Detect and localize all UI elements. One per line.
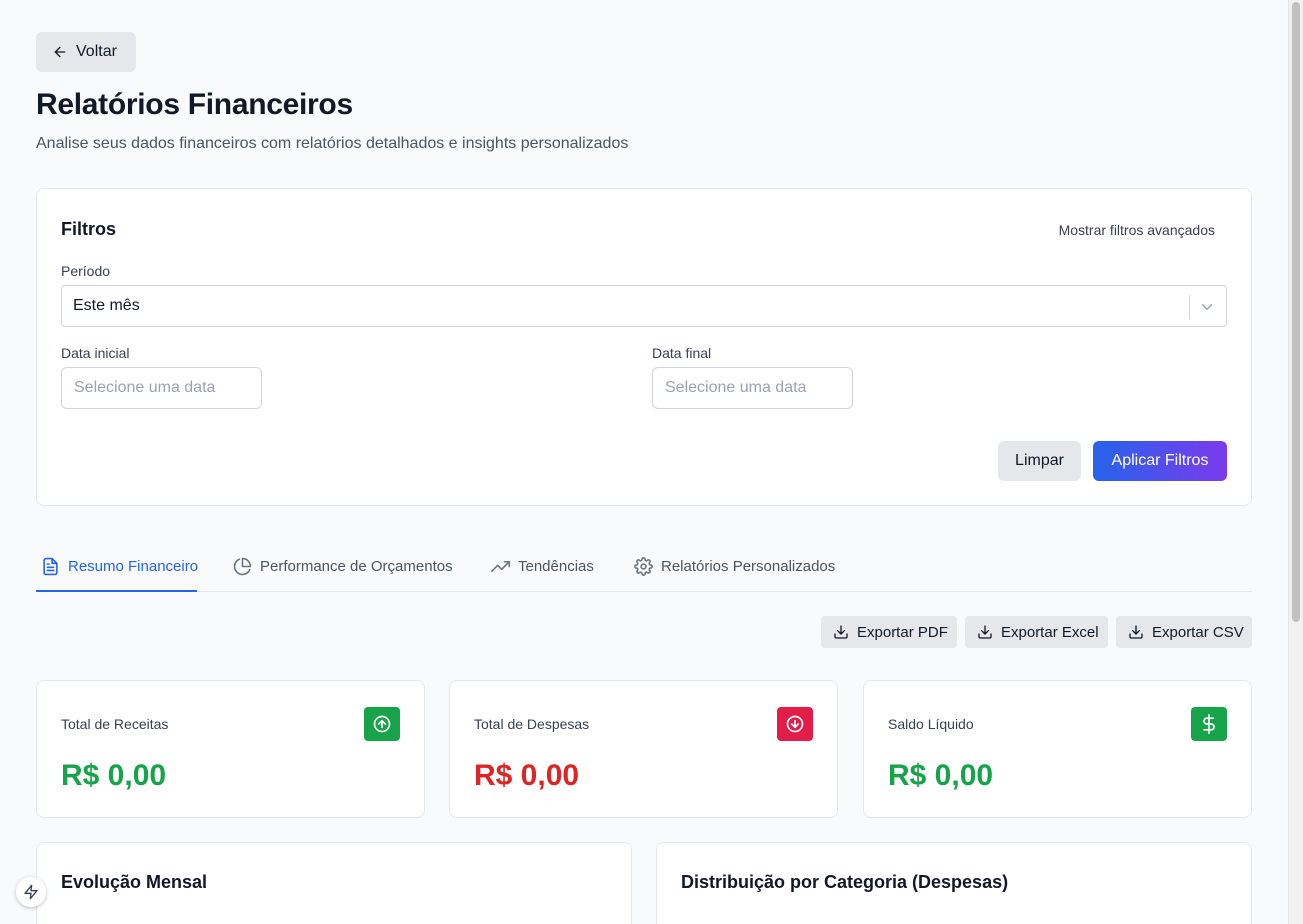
report-tabs: Resumo Financeiro Performance de Orçamen… [36, 540, 1252, 592]
active-tab-indicator [36, 590, 197, 592]
page-scrollbar[interactable] [1288, 0, 1303, 924]
page-subtitle: Analise seus dados financeiros com relat… [36, 135, 629, 152]
lightning-icon [24, 884, 38, 900]
start-date-label: Data inicial [61, 345, 130, 361]
net-balance-card: Saldo Líquido R$ 0,00 [863, 680, 1252, 818]
export-pdf-button[interactable]: Exportar PDF [821, 616, 957, 648]
card-value: R$ 0,00 [61, 759, 167, 792]
card-value: R$ 0,00 [474, 759, 580, 792]
export-csv-button[interactable]: Exportar CSV [1116, 616, 1252, 648]
scrollbar-thumb[interactable] [1292, 2, 1300, 622]
card-label: Total de Receitas [61, 716, 169, 732]
apply-filters-button[interactable]: Aplicar Filtros [1093, 441, 1227, 481]
pie-chart-icon [233, 557, 252, 575]
export-excel-button[interactable]: Exportar Excel [965, 616, 1108, 648]
download-icon [834, 625, 848, 639]
dollar-icon [1191, 707, 1227, 741]
advanced-filters-toggle[interactable]: Mostrar filtros avançados [1059, 222, 1215, 238]
tab-label: Performance de Orçamentos [260, 557, 453, 575]
period-label: Período [61, 263, 111, 279]
export-label: Exportar PDF [857, 623, 948, 641]
arrow-up-circle-icon [364, 707, 400, 741]
chevron-down-icon [1201, 304, 1213, 310]
total-income-card: Total de Receitas R$ 0,00 [36, 680, 425, 818]
tab-label: Resumo Financeiro [68, 557, 199, 575]
monthly-evolution-panel: Evolução Mensal [36, 842, 632, 924]
filters-panel: Filtros Mostrar filtros avançados Períod… [36, 188, 1252, 506]
filters-title: Filtros [61, 219, 117, 239]
panel-title: Distribuição por Categoria (Despesas) [681, 872, 1009, 892]
tab-custom-reports[interactable]: Relatórios Personalizados [634, 540, 835, 592]
end-date-input[interactable] [652, 367, 853, 409]
end-date-label: Data final [652, 345, 712, 361]
export-label: Exportar Excel [1001, 623, 1099, 641]
start-date-input[interactable] [61, 367, 262, 409]
card-label: Total de Despesas [474, 716, 590, 732]
total-expenses-card: Total de Despesas R$ 0,00 [449, 680, 838, 818]
export-label: Exportar CSV [1152, 623, 1244, 641]
category-distribution-panel: Distribuição por Categoria (Despesas) [656, 842, 1252, 924]
download-icon [1129, 625, 1143, 639]
panel-title: Evolução Mensal [61, 872, 208, 892]
download-icon [978, 625, 992, 639]
arrow-left-icon [54, 46, 66, 58]
select-separator [1189, 295, 1190, 319]
card-value: R$ 0,00 [888, 759, 994, 792]
back-button[interactable]: Voltar [36, 32, 136, 72]
tab-label: Tendências [518, 557, 594, 575]
trending-up-icon [491, 560, 510, 572]
page-title: Relatórios Financeiros [36, 88, 353, 121]
tab-financial-summary[interactable]: Resumo Financeiro [41, 540, 198, 592]
tab-label: Relatórios Personalizados [661, 557, 836, 575]
period-select[interactable]: Este mês [61, 285, 1227, 327]
clear-filters-button[interactable]: Limpar [998, 441, 1081, 481]
file-text-icon [43, 557, 58, 575]
tab-budget-performance[interactable]: Performance de Orçamentos [233, 540, 453, 592]
period-select-value: Este mês [73, 297, 140, 314]
arrow-down-circle-icon [777, 707, 813, 741]
tab-trends[interactable]: Tendências [491, 540, 594, 592]
quick-action-button[interactable] [16, 877, 46, 907]
gear-icon [634, 556, 653, 576]
card-label: Saldo Líquido [888, 716, 974, 732]
back-button-label: Voltar [76, 43, 117, 60]
